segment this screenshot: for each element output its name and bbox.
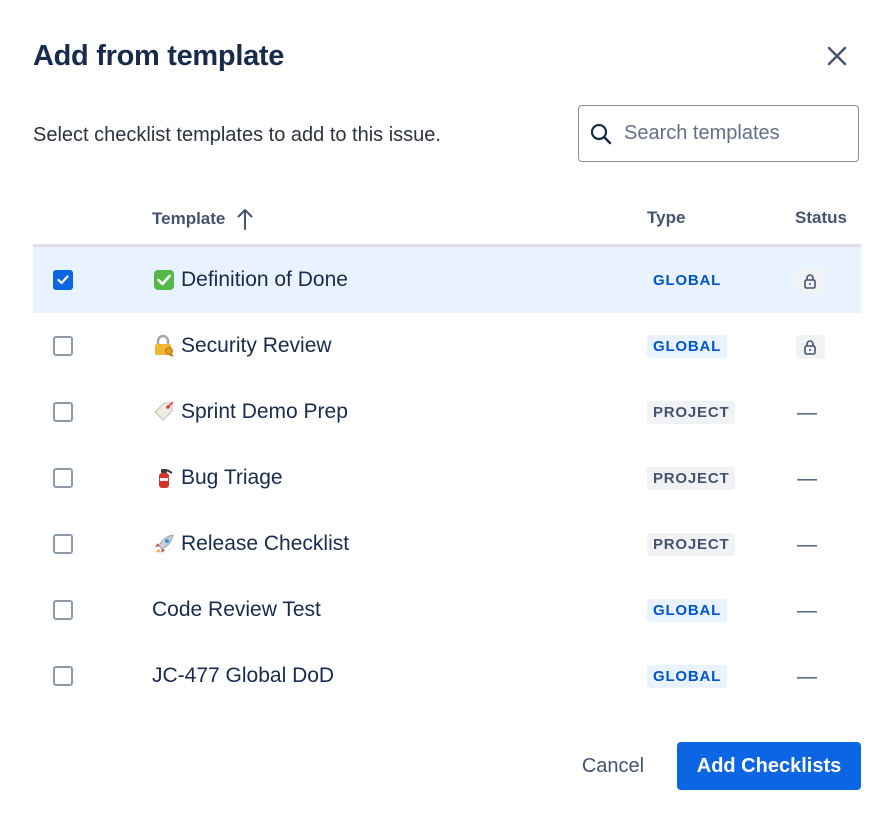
- type-badge: GLOBAL: [647, 599, 728, 622]
- status-empty: —: [797, 599, 817, 622]
- arrow-up-icon: [237, 208, 253, 230]
- template-name-label: JC-477 Global DoD: [152, 664, 335, 687]
- search-field[interactable]: [578, 105, 859, 162]
- status-cell: —: [795, 401, 825, 425]
- lock-icon: [804, 274, 816, 289]
- check-mark-button-icon: [152, 268, 176, 292]
- status-empty: —: [797, 467, 817, 490]
- template-name-label: Sprint Demo Prep: [181, 400, 348, 423]
- row-checkbox[interactable]: [53, 534, 73, 554]
- row-checkbox[interactable]: [53, 336, 73, 356]
- label-tag-icon: [152, 400, 176, 424]
- type-badge: PROJECT: [647, 533, 736, 556]
- locked-with-key-icon: [152, 334, 176, 358]
- template-name: Release Checklist: [152, 532, 349, 556]
- search-input[interactable]: [622, 121, 846, 146]
- cancel-button[interactable]: Cancel: [563, 742, 663, 790]
- template-name: Definition of Done: [152, 268, 348, 292]
- dialog-subtitle: Select checklist templates to add to thi…: [33, 124, 441, 146]
- template-name: Code Review Test: [152, 598, 321, 622]
- template-name: Security Review: [152, 334, 332, 358]
- column-header-type: Type: [647, 208, 686, 227]
- fire-extinguisher-icon: [152, 466, 176, 490]
- checkmark-icon: [57, 275, 69, 285]
- status-empty: —: [797, 401, 817, 424]
- column-label-template: Template: [152, 209, 226, 228]
- status-cell: —: [795, 533, 825, 557]
- table-row[interactable]: JC-477 Global DoD GLOBAL —: [33, 643, 861, 709]
- type-badge: PROJECT: [647, 401, 736, 424]
- status-locked-badge: [795, 269, 825, 293]
- table-row[interactable]: Code Review Test GLOBAL —: [33, 577, 861, 643]
- type-badge: GLOBAL: [647, 665, 728, 688]
- template-name: Sprint Demo Prep: [152, 400, 348, 424]
- add-checklists-button[interactable]: Add Checklists: [677, 742, 861, 790]
- template-name-label: Bug Triage: [181, 466, 283, 489]
- template-name: Bug Triage: [152, 466, 283, 490]
- status-locked-badge: [795, 335, 825, 359]
- table-row[interactable]: Security Review GLOBAL: [33, 313, 861, 379]
- search-icon: [590, 123, 612, 145]
- close-button[interactable]: [819, 40, 855, 76]
- templates-table: Template Type Status Definition of Done …: [33, 188, 861, 709]
- status-cell: [795, 269, 825, 293]
- row-checkbox[interactable]: [53, 468, 73, 488]
- table-header: Template Type Status: [33, 188, 861, 247]
- table-row[interactable]: Sprint Demo Prep PROJECT —: [33, 379, 861, 445]
- type-badge: GLOBAL: [653, 272, 722, 289]
- status-cell: —: [795, 665, 825, 689]
- type-badge: PROJECT: [647, 467, 736, 490]
- template-name-label: Code Review Test: [152, 598, 321, 621]
- rocket-icon: [152, 532, 176, 556]
- template-name-label: Release Checklist: [181, 532, 350, 555]
- row-checkbox[interactable]: [53, 666, 73, 686]
- add-from-template-dialog: Add from template Select checklist templ…: [0, 0, 891, 825]
- status-empty: —: [797, 533, 817, 556]
- type-badge: GLOBAL: [647, 335, 728, 358]
- row-checkbox[interactable]: [53, 270, 73, 290]
- table-row[interactable]: Release Checklist PROJECT —: [33, 511, 861, 577]
- row-checkbox[interactable]: [53, 402, 73, 422]
- table-row[interactable]: Definition of Done GLOBAL: [33, 247, 861, 313]
- table-row[interactable]: Bug Triage PROJECT —: [33, 445, 861, 511]
- template-name: JC-477 Global DoD: [152, 664, 334, 688]
- template-name-label: Definition of Done: [181, 268, 348, 291]
- template-name-label: Security Review: [181, 334, 332, 357]
- row-checkbox[interactable]: [53, 600, 73, 620]
- column-header-template[interactable]: Template: [152, 208, 253, 230]
- status-cell: —: [795, 599, 825, 623]
- dialog-title: Add from template: [33, 40, 285, 72]
- status-cell: —: [795, 467, 825, 491]
- column-header-status: Status: [795, 208, 847, 227]
- lock-icon: [804, 340, 816, 355]
- status-cell: [795, 335, 825, 359]
- status-empty: —: [797, 665, 817, 688]
- close-icon: [826, 45, 848, 72]
